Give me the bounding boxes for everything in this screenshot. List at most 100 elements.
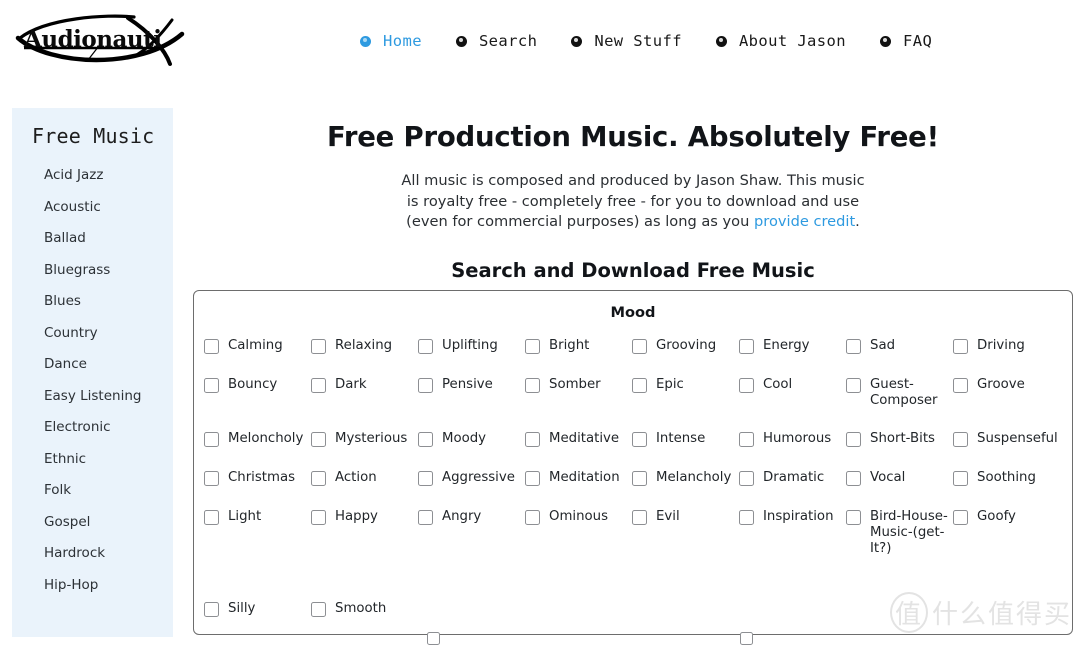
mood-checkbox-aggressive[interactable]: Aggressive [418,470,525,487]
checkbox-icon[interactable] [311,378,326,393]
checkbox-icon[interactable] [846,432,861,447]
checkbox-icon[interactable] [632,432,647,447]
nav-item-new-stuff[interactable]: New Stuff [571,32,682,50]
mood-checkbox-bird-house-music-get-it[interactable]: Bird-House-Music-(get-It?) [846,509,953,557]
nav-item-search[interactable]: Search [455,32,537,50]
mood-checkbox-sad[interactable]: Sad [846,338,953,355]
checkbox-icon[interactable] [525,339,540,354]
checkbox-icon[interactable] [846,339,861,354]
checkbox-icon[interactable] [311,510,326,525]
checkbox-icon[interactable] [204,602,219,617]
sidebar-item-hardrock[interactable]: Hardrock [12,538,173,570]
mood-checkbox-light[interactable]: Light [204,509,311,557]
mood-checkbox-bouncy[interactable]: Bouncy [204,377,311,409]
sidebar-item-dance[interactable]: Dance [12,349,173,381]
checkbox-icon[interactable] [953,339,968,354]
sidebar-item-bluegrass[interactable]: Bluegrass [12,255,173,287]
partial-checkbox-below-fold[interactable] [427,632,440,645]
checkbox-icon[interactable] [204,510,219,525]
checkbox-icon[interactable] [418,378,433,393]
mood-checkbox-cool[interactable]: Cool [739,377,846,409]
sidebar-item-country[interactable]: Country [12,318,173,350]
mood-checkbox-guest-composer[interactable]: Guest-Composer [846,377,953,409]
sidebar-item-ethnic[interactable]: Ethnic [12,444,173,476]
checkbox-icon[interactable] [953,510,968,525]
mood-checkbox-angry[interactable]: Angry [418,509,525,557]
checkbox-icon[interactable] [739,339,754,354]
checkbox-icon[interactable] [418,510,433,525]
checkbox-icon[interactable] [632,471,647,486]
mood-checkbox-relaxing[interactable]: Relaxing [311,338,418,355]
checkbox-icon[interactable] [311,602,326,617]
checkbox-icon[interactable] [525,510,540,525]
checkbox-icon[interactable] [418,339,433,354]
mood-checkbox-evil[interactable]: Evil [632,509,739,557]
mood-checkbox-bright[interactable]: Bright [525,338,632,355]
mood-checkbox-uplifting[interactable]: Uplifting [418,338,525,355]
mood-checkbox-dark[interactable]: Dark [311,377,418,409]
sidebar-item-blues[interactable]: Blues [12,286,173,318]
nav-item-faq[interactable]: FAQ [880,32,932,50]
mood-checkbox-smooth[interactable]: Smooth [311,601,418,618]
checkbox-icon[interactable] [204,432,219,447]
mood-checkbox-christmas[interactable]: Christmas [204,470,311,487]
mood-checkbox-silly[interactable]: Silly [204,601,311,618]
mood-checkbox-groove[interactable]: Groove [953,377,1060,409]
sidebar-item-ballad[interactable]: Ballad [12,223,173,255]
checkbox-icon[interactable] [311,471,326,486]
mood-checkbox-somber[interactable]: Somber [525,377,632,409]
sidebar-item-electronic[interactable]: Electronic [12,412,173,444]
checkbox-icon[interactable] [953,378,968,393]
mood-checkbox-meditative[interactable]: Meditative [525,431,632,448]
mood-checkbox-epic[interactable]: Epic [632,377,739,409]
checkbox-icon[interactable] [846,471,861,486]
mood-checkbox-dramatic[interactable]: Dramatic [739,470,846,487]
mood-checkbox-short-bits[interactable]: Short-Bits [846,431,953,448]
mood-checkbox-humorous[interactable]: Humorous [739,431,846,448]
mood-checkbox-soothing[interactable]: Soothing [953,470,1060,487]
checkbox-icon[interactable] [846,378,861,393]
checkbox-icon[interactable] [311,432,326,447]
sidebar-item-hip-hop[interactable]: Hip-Hop [12,570,173,602]
checkbox-icon[interactable] [525,378,540,393]
mood-checkbox-inspiration[interactable]: Inspiration [739,509,846,557]
nav-item-about-jason[interactable]: About Jason [715,32,846,50]
checkbox-icon[interactable] [739,378,754,393]
mood-checkbox-intense[interactable]: Intense [632,431,739,448]
mood-checkbox-energy[interactable]: Energy [739,338,846,355]
mood-checkbox-meloncholy[interactable]: Meloncholy [204,431,311,448]
checkbox-icon[interactable] [953,471,968,486]
mood-checkbox-ominous[interactable]: Ominous [525,509,632,557]
mood-checkbox-grooving[interactable]: Grooving [632,338,739,355]
mood-checkbox-calming[interactable]: Calming [204,338,311,355]
mood-checkbox-driving[interactable]: Driving [953,338,1060,355]
checkbox-icon[interactable] [418,432,433,447]
checkbox-icon[interactable] [632,510,647,525]
mood-checkbox-vocal[interactable]: Vocal [846,470,953,487]
checkbox-icon[interactable] [846,510,861,525]
mood-checkbox-melancholy[interactable]: Melancholy [632,470,739,487]
provide-credit-link[interactable]: provide credit [754,213,855,230]
checkbox-icon[interactable] [739,432,754,447]
mood-checkbox-suspenseful[interactable]: Suspenseful [953,431,1060,448]
partial-checkbox-below-fold[interactable] [740,632,753,645]
checkbox-icon[interactable] [953,432,968,447]
sidebar-item-easy-listening[interactable]: Easy Listening [12,381,173,413]
nav-item-home[interactable]: Home [360,32,422,50]
checkbox-icon[interactable] [739,471,754,486]
sidebar-item-folk[interactable]: Folk [12,475,173,507]
mood-checkbox-mysterious[interactable]: Mysterious [311,431,418,448]
audionautix-logo[interactable]: Audionauti [10,8,190,78]
checkbox-icon[interactable] [632,378,647,393]
checkbox-icon[interactable] [632,339,647,354]
mood-checkbox-goofy[interactable]: Goofy [953,509,1060,557]
checkbox-icon[interactable] [739,510,754,525]
mood-checkbox-moody[interactable]: Moody [418,431,525,448]
checkbox-icon[interactable] [418,471,433,486]
checkbox-icon[interactable] [525,432,540,447]
sidebar-item-acid-jazz[interactable]: Acid Jazz [12,160,173,192]
checkbox-icon[interactable] [311,339,326,354]
mood-checkbox-meditation[interactable]: Meditation [525,470,632,487]
mood-checkbox-pensive[interactable]: Pensive [418,377,525,409]
mood-checkbox-action[interactable]: Action [311,470,418,487]
